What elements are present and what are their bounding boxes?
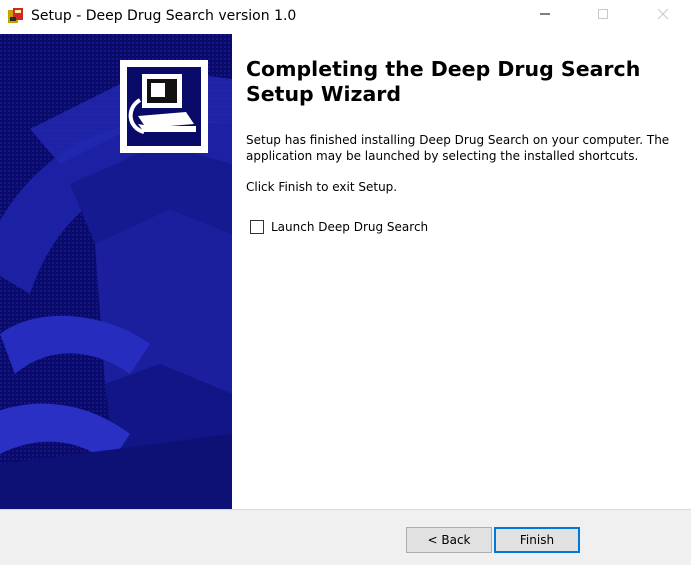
wizard-side-banner [0,34,232,509]
close-button [640,0,686,32]
title-bar: Setup - Deep Drug Search version 1.0 [0,0,691,34]
wizard-logo [120,60,208,153]
wizard-footer: < Back Finish [0,510,691,565]
finish-button[interactable]: Finish [494,527,580,553]
computer-install-icon [124,64,204,149]
finish-description: Setup has finished installing Deep Drug … [246,133,670,163]
minimize-icon [539,7,551,25]
launch-option[interactable]: Launch Deep Drug Search [250,218,428,236]
minimize-button[interactable] [522,0,568,32]
exit-hint: Click Finish to exit Setup. [246,180,398,194]
back-button[interactable]: < Back [406,527,492,553]
setup-icon[interactable] [7,7,25,25]
launch-checkbox[interactable] [250,220,264,234]
maximize-icon [597,7,609,25]
launch-checkbox-label[interactable]: Launch Deep Drug Search [271,220,428,234]
window-title: Setup - Deep Drug Search version 1.0 [31,8,297,24]
close-icon [657,7,669,25]
page-title: Completing the Deep Drug Search Setup Wi… [246,57,641,106]
maximize-button [580,0,626,32]
